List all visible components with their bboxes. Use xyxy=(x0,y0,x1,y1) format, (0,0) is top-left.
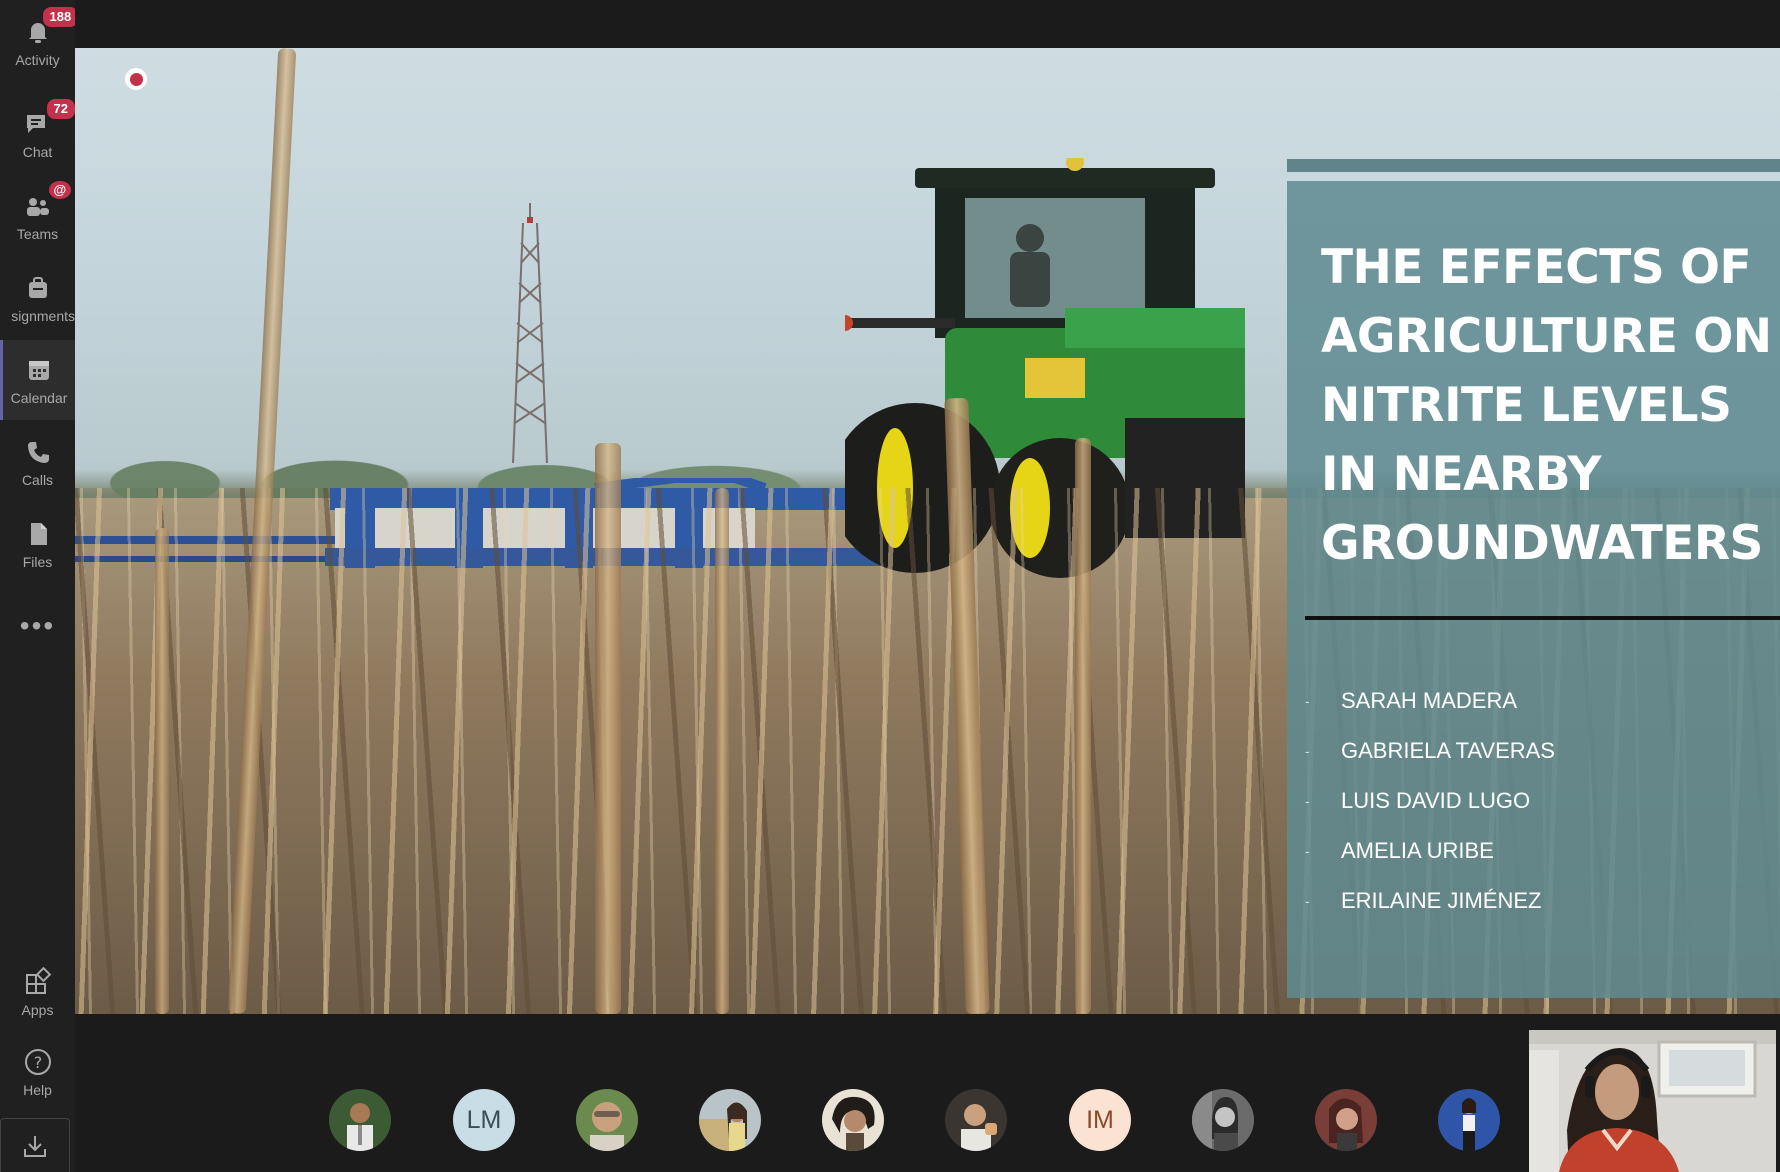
self-video-preview[interactable] xyxy=(1529,1030,1776,1172)
app-rail: 188 Activity 72 Chat @ Teams signments C… xyxy=(0,0,81,1172)
participant-strip xyxy=(75,1014,1780,1172)
participant-avatar[interactable] xyxy=(576,1089,638,1151)
author-item: - GABRIELA TAVERAS xyxy=(1305,726,1780,776)
chat-icon: 72 xyxy=(23,96,77,139)
participant-avatar[interactable] xyxy=(1438,1089,1500,1151)
bullet-dash-icon: - xyxy=(1305,743,1310,759)
author-name: LUIS DAVID LUGO xyxy=(1341,788,1531,813)
bullet-dash-icon: - xyxy=(1305,693,1310,709)
participant-avatar[interactable] xyxy=(1192,1089,1254,1151)
radio-tower-image xyxy=(512,203,548,463)
author-name: GABRIELA TAVERAS xyxy=(1341,738,1555,763)
rail-item-activity[interactable]: 188 Activity xyxy=(0,2,81,82)
corn-stalk-image xyxy=(155,528,169,1014)
more-dots-icon: ••• xyxy=(19,610,56,641)
teams-mention-badge: @ xyxy=(46,178,74,201)
bell-icon: 188 xyxy=(23,4,81,47)
author-item: - LUIS DAVID LUGO xyxy=(1305,776,1780,826)
rail-label-calendar: Calendar xyxy=(10,389,68,406)
author-item: - ERILAINE JIMÉNEZ xyxy=(1305,876,1780,926)
title-card: THE EFFECTS OF AGRICULTURE ON NITRITE LE… xyxy=(1287,181,1780,998)
rail-label-activity: Activity xyxy=(15,51,60,68)
corn-stalk-image xyxy=(595,443,621,1014)
rail-more-button[interactable]: ••• xyxy=(0,586,75,666)
participant-avatar-initials[interactable]: LM xyxy=(453,1089,515,1151)
participant-avatar[interactable] xyxy=(1315,1089,1377,1151)
teams-icon: @ xyxy=(23,178,74,221)
assignments-icon xyxy=(23,273,53,303)
corn-stalk-image xyxy=(715,488,729,1014)
meeting-top-bar xyxy=(75,0,1780,48)
rail-label-assignments: signments xyxy=(11,307,75,324)
author-item: - AMELIA URIBE xyxy=(1305,826,1780,876)
slide-title-line: AGRICULTURE ON xyxy=(1321,309,1772,364)
slide-title-line: NITRITE LEVELS xyxy=(1321,378,1732,433)
author-name: ERILAINE JIMÉNEZ xyxy=(1341,888,1542,913)
apps-icon xyxy=(23,966,53,997)
corn-stalk-image xyxy=(1075,438,1091,1014)
rail-label-files: Files xyxy=(22,553,53,570)
title-card-accent-strip xyxy=(1287,159,1780,172)
calendar-icon xyxy=(24,355,54,385)
participant-avatar-initials[interactable]: IM xyxy=(1069,1089,1131,1151)
rail-label-teams: Teams xyxy=(16,225,59,242)
participant-avatar[interactable] xyxy=(822,1089,884,1151)
slide-title-line: GROUNDWATERS xyxy=(1321,516,1763,571)
rail-item-apps[interactable]: Apps xyxy=(0,952,75,1032)
bullet-dash-icon: - xyxy=(1305,843,1310,859)
rail-item-teams[interactable]: @ Teams xyxy=(0,176,75,256)
rail-label-chat: Chat xyxy=(22,143,53,160)
author-name: AMELIA URIBE xyxy=(1341,838,1494,863)
shared-presentation-slide: THE EFFECTS OF AGRICULTURE ON NITRITE LE… xyxy=(75,48,1780,1014)
slide-title: THE EFFECTS OF AGRICULTURE ON NITRITE LE… xyxy=(1321,233,1780,578)
slide-title-line: IN NEARBY xyxy=(1321,447,1601,502)
bullet-dash-icon: - xyxy=(1305,893,1310,909)
bullet-dash-icon: - xyxy=(1305,793,1310,809)
participant-avatar[interactable] xyxy=(699,1089,761,1151)
author-item: - SARAH MADERA xyxy=(1305,676,1780,726)
rail-label-calls: Calls xyxy=(21,471,54,488)
rail-label-help: Help xyxy=(23,1081,52,1098)
participant-avatar[interactable] xyxy=(945,1089,1007,1151)
rail-item-help[interactable]: ? Help xyxy=(0,1032,75,1112)
rail-item-files[interactable]: Files xyxy=(0,504,75,584)
rail-item-calls[interactable]: Calls xyxy=(0,422,75,502)
download-icon xyxy=(24,1135,46,1157)
chat-badge: 72 xyxy=(44,96,77,121)
svg-text:?: ? xyxy=(33,1053,42,1072)
slide-title-line: THE EFFECTS OF xyxy=(1321,240,1752,295)
file-icon xyxy=(23,519,53,549)
download-button[interactable] xyxy=(0,1118,70,1172)
author-name: SARAH MADERA xyxy=(1341,688,1518,713)
recording-indicator-icon xyxy=(125,68,147,90)
phone-icon xyxy=(23,437,53,467)
rail-item-chat[interactable]: 72 Chat xyxy=(0,94,77,174)
rail-item-assignments[interactable]: signments xyxy=(0,258,75,338)
author-list: - SARAH MADERA - GABRIELA TAVERAS - LUIS DA… xyxy=(1305,676,1780,926)
rail-item-calendar[interactable]: Calendar xyxy=(0,340,75,420)
help-icon: ? xyxy=(23,1047,53,1077)
rail-label-apps: Apps xyxy=(21,1001,54,1018)
teams-meeting-window: 188 Activity 72 Chat @ Teams signments C… xyxy=(0,0,1780,1172)
participant-avatar[interactable] xyxy=(329,1089,391,1151)
title-divider xyxy=(1305,616,1780,620)
